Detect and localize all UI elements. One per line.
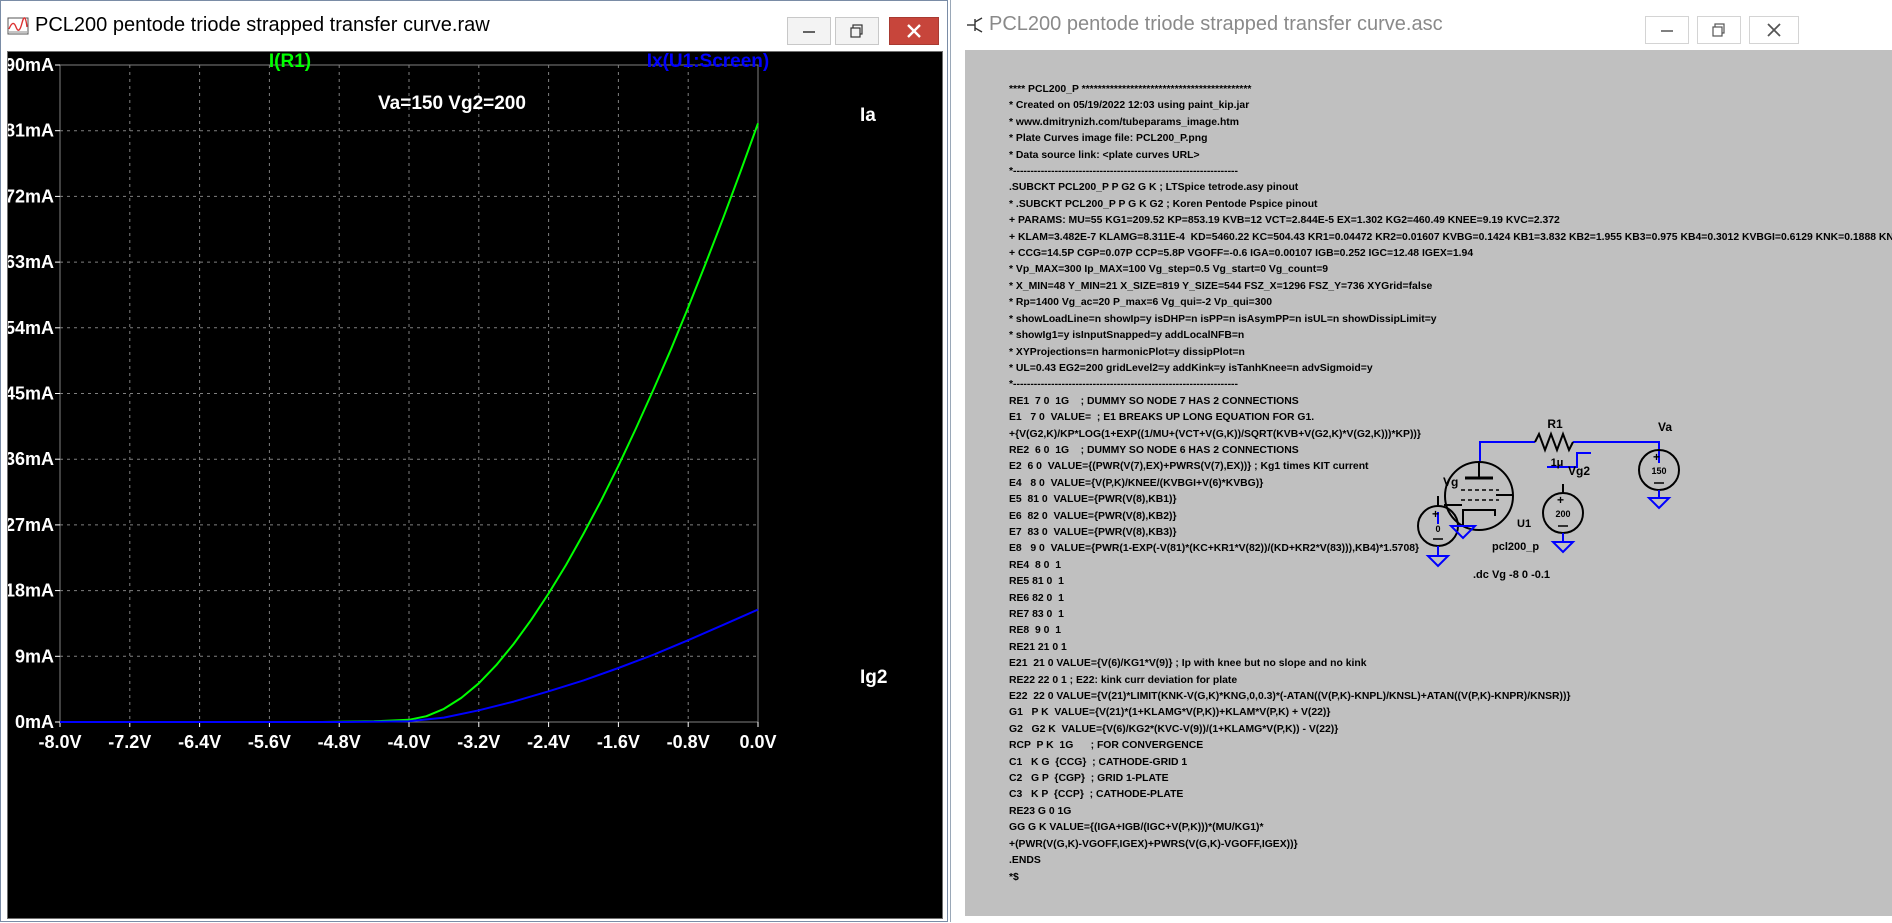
y-tick-label: 72mA — [8, 186, 54, 206]
x-tick-label: -5.6V — [248, 732, 291, 752]
schematic-canvas[interactable]: **** PCL200_P **************************… — [965, 50, 1892, 916]
va-label: Va — [1658, 420, 1672, 434]
y-tick-label: 54mA — [8, 318, 54, 338]
resistor-r1[interactable] — [1534, 431, 1574, 453]
plot-annotation: Va=150 Vg2=200 — [378, 93, 526, 114]
schematic-titlebar[interactable]: PCL200 pentode triode strapped transfer … — [951, 0, 1892, 48]
waveform-window: PCL200 pentode triode strapped transfer … — [0, 0, 948, 922]
vg2-value: 200 — [1555, 509, 1570, 519]
x-tick-label: -7.2V — [108, 732, 151, 752]
y-tick-label: 45mA — [8, 384, 54, 404]
dc-sweep-directive[interactable]: .dc Vg -8 0 -0.1 — [1473, 569, 1550, 581]
transfer-curve-chart[interactable]: -8.0V -7.2V -6.4V -5.6V -4.8V -4.0V -3.2V -2.4V… — [5, 51, 942, 918]
close-icon — [1767, 23, 1781, 37]
y-tick-label: 0mA — [15, 712, 54, 732]
x-tick-label: -0.8V — [667, 732, 710, 752]
r1-label: R1 — [1547, 417, 1563, 431]
r1-value: 1μ — [1551, 457, 1564, 469]
x-tick-label: -8.0V — [38, 732, 81, 752]
source-va[interactable]: + — [1638, 449, 1680, 510]
minimize-button[interactable] — [1645, 16, 1689, 44]
schematic-drawing[interactable]: R1 1μ U1 pcl200_p + Vg 0 + Vg2 200 + Va … — [965, 50, 1892, 916]
y-tick-label: 9mA — [15, 646, 54, 666]
y-tick-label: 27mA — [8, 515, 54, 535]
minimize-button[interactable] — [787, 17, 831, 45]
restore-icon — [1712, 23, 1725, 37]
schematic-window-title: PCL200 pentode triode strapped transfer … — [989, 13, 1443, 35]
restore-icon — [850, 24, 863, 38]
vg2-label: Vg2 — [1568, 464, 1590, 478]
u1-model: pcl200_p — [1492, 541, 1539, 553]
trace-label-ir1[interactable]: I(R1) — [269, 51, 311, 72]
x-tick-label: -1.6V — [597, 732, 640, 752]
x-tick-label: -6.4V — [178, 732, 221, 752]
label-ia: Ia — [860, 105, 876, 126]
u1-label: U1 — [1517, 518, 1531, 530]
waveform-titlebar[interactable]: PCL200 pentode triode strapped transfer … — [1, 1, 947, 49]
svg-text:+: + — [1432, 507, 1439, 521]
x-tick-label: 0.0V — [739, 732, 776, 752]
svg-text:+: + — [1653, 450, 1660, 464]
y-tick-label: 36mA — [8, 449, 54, 469]
x-tick-label: -2.4V — [527, 732, 570, 752]
close-button[interactable] — [889, 17, 939, 45]
y-tick-label: 81mA — [8, 121, 54, 141]
x-tick-label: -3.2V — [457, 732, 500, 752]
vg-value: 0 — [1435, 524, 1440, 534]
schematic-app-icon — [967, 17, 983, 33]
minimize-icon — [1661, 30, 1673, 32]
y-tick-label: 18mA — [8, 581, 54, 601]
plot-pane[interactable]: -8.0V -7.2V -6.4V -5.6V -4.8V -4.0V -3.2V -2.4V… — [5, 51, 943, 919]
va-value: 150 — [1651, 466, 1666, 476]
waveform-window-title: PCL200 pentode triode strapped transfer … — [35, 14, 490, 36]
x-tick-label: -4.0V — [387, 732, 430, 752]
minimize-icon — [803, 31, 815, 33]
close-button[interactable] — [1749, 16, 1799, 44]
close-icon — [907, 24, 921, 38]
schematic-window: PCL200 pentode triode strapped transfer … — [950, 0, 1892, 922]
tube-u1[interactable] — [1444, 461, 1514, 531]
trace-label-screen[interactable]: Ix(U1:Screen) — [647, 51, 770, 72]
y-tick-label: 90mA — [8, 55, 54, 75]
x-tick-label: -4.8V — [318, 732, 361, 752]
y-tick-label: 63mA — [8, 252, 54, 272]
label-ig2: Ig2 — [860, 667, 887, 688]
wires[interactable] — [1437, 441, 1660, 524]
waveform-app-icon — [7, 17, 29, 35]
maximize-button[interactable] — [1697, 16, 1741, 44]
svg-text:+: + — [1557, 493, 1564, 507]
maximize-button[interactable] — [835, 17, 879, 45]
vg-label: Vg — [1443, 475, 1458, 489]
